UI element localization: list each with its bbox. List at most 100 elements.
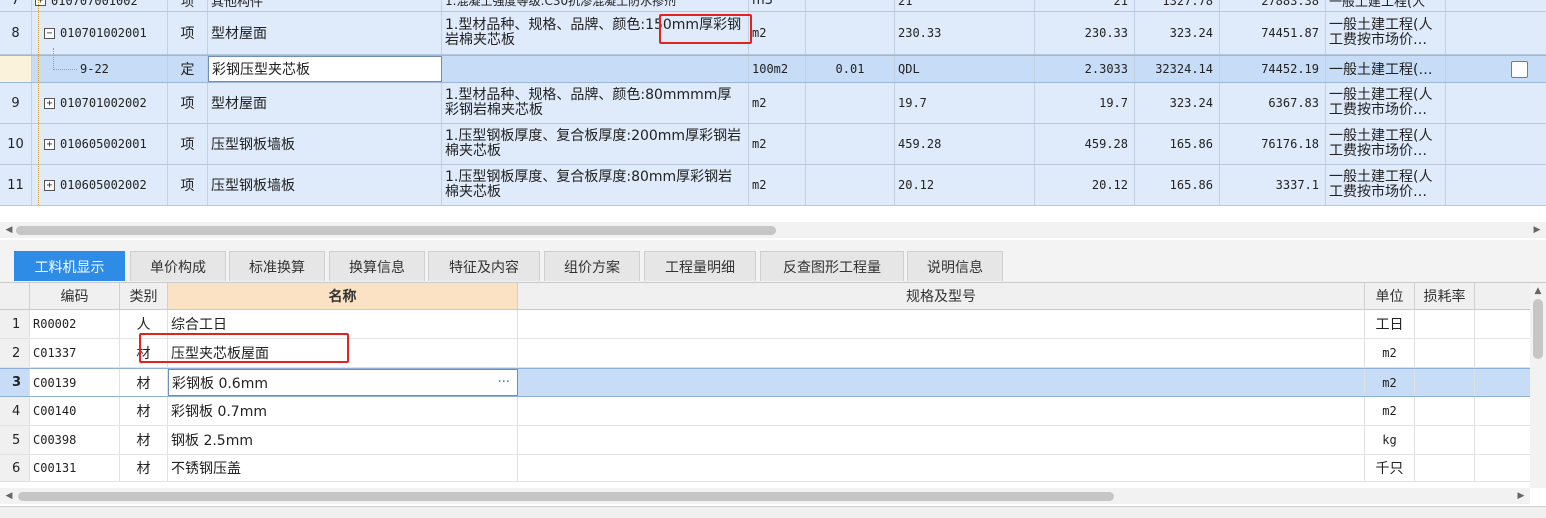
row-specialty[interactable]: 一般土建工程(…	[1326, 56, 1446, 82]
table-row[interactable]: 8 −010701002001 项 型材屋面 1.型材品种、规格、品牌、颜色:1…	[0, 12, 1546, 55]
row-name-editor[interactable]: 彩钢板 0.6mm ···	[168, 369, 518, 396]
row-name[interactable]: 彩钢板 0.7mm	[168, 397, 518, 425]
row-feature[interactable]: 1.混凝土强度等级:C30抗渗混凝土防水掺剂	[442, 0, 749, 11]
row-unit: m3	[749, 0, 806, 11]
row-spec[interactable]	[518, 339, 1365, 367]
row-loss-rate[interactable]	[1415, 310, 1475, 338]
collapse-icon[interactable]: −	[44, 27, 55, 39]
header-spec[interactable]: 规格及型号	[518, 283, 1365, 309]
header-code[interactable]: 编码	[30, 283, 120, 309]
tab-pricing-scheme[interactable]: 组价方案	[544, 251, 640, 281]
row-loss-rate[interactable]	[1415, 397, 1475, 425]
tab-resource-display[interactable]: 工料机显示	[14, 251, 125, 281]
row-spec[interactable]	[518, 369, 1365, 396]
row-specialty[interactable]: 一般土建工程(人工费按市场价…	[1326, 165, 1446, 205]
row-name[interactable]: 型材屋面	[208, 12, 442, 54]
table-row[interactable]: 1 R00002 人 综合工日 工日	[0, 310, 1530, 339]
expand-icon[interactable]: +	[44, 179, 55, 191]
tab-graphic-quantity[interactable]: 反查图形工程量	[760, 251, 904, 281]
table-row[interactable]: 5 C00398 材 钢板 2.5mm kg	[0, 426, 1530, 455]
header-unit[interactable]: 单位	[1365, 283, 1415, 309]
table-row[interactable]: 4 C00140 材 彩钢板 0.7mm m2	[0, 397, 1530, 426]
tab-features-content[interactable]: 特征及内容	[428, 251, 540, 281]
row-spec[interactable]	[518, 310, 1365, 338]
row-feature[interactable]: 1.压型钢板厚度、复合板厚度:200mm厚彩钢岩棉夹芯板	[442, 124, 749, 164]
header-loss-rate[interactable]: 损耗率	[1415, 283, 1475, 309]
row-code[interactable]: +010605002002	[32, 165, 168, 205]
row-name[interactable]: 不锈钢压盖	[168, 455, 518, 481]
tab-conversion-info[interactable]: 换算信息	[329, 251, 425, 281]
table-row[interactable]: 2 C01337 材 压型夹芯板屋面 m2	[0, 339, 1530, 368]
tab-unit-price-composition[interactable]: 单价构成	[130, 251, 226, 281]
tab-quantity-details[interactable]: 工程量明细	[644, 251, 756, 281]
header-type[interactable]: 类别	[120, 283, 168, 309]
row-code[interactable]: C00139	[30, 369, 120, 396]
scroll-up-icon[interactable]: ▲	[1531, 283, 1545, 299]
table-row[interactable]: 6 C00131 材 不锈钢压盖 千只	[0, 455, 1530, 482]
expand-icon[interactable]: +	[35, 0, 46, 6]
row-specialty[interactable]: 一般土建工程(人工费按市场价…	[1326, 83, 1446, 123]
more-options-icon[interactable]: ···	[498, 375, 514, 390]
row-name[interactable]: 压型钢板墙板	[208, 165, 442, 205]
scroll-left-icon[interactable]: ◀	[2, 222, 16, 238]
row-total: 74452.19	[1220, 56, 1326, 82]
row-feature[interactable]: 1.压型钢板厚度、复合板厚度:80mm厚彩钢岩棉夹芯板	[442, 165, 749, 205]
row-qty-expr[interactable]: 230.33	[895, 12, 1035, 54]
scroll-left-icon[interactable]: ◀	[2, 488, 16, 504]
row-code[interactable]: +010605002001	[32, 124, 168, 164]
row-specialty[interactable]: 一般土建工程(人工费按市场价…	[1326, 124, 1446, 164]
header-name[interactable]: 名称	[168, 283, 518, 309]
table-row[interactable]: 7 +010707001002 项 其他构件 1.混凝土强度等级:C30抗渗混凝…	[0, 0, 1546, 12]
lower-horizontal-scrollbar[interactable]: ◀ ▶	[0, 488, 1530, 504]
expand-icon[interactable]: +	[44, 138, 55, 150]
quota-sub-row[interactable]: 9-22 定 彩钢压型夹芯板 100m2 0.01 QDL 2.3033 323…	[0, 55, 1546, 83]
upper-horizontal-scrollbar[interactable]: ◀ ▶	[0, 222, 1546, 238]
row-code[interactable]: C00398	[30, 426, 120, 454]
scroll-thumb[interactable]	[1533, 299, 1543, 359]
row-loss-rate[interactable]	[1415, 426, 1475, 454]
row-loss-rate[interactable]	[1415, 339, 1475, 367]
table-row[interactable]: 11 +010605002002 项 压型钢板墙板 1.压型钢板厚度、复合板厚度…	[0, 165, 1546, 206]
row-feature[interactable]: 1.型材品种、规格、品牌、颜色:150mm厚彩钢岩棉夹芯板	[442, 12, 749, 54]
row-code[interactable]: C01337	[30, 339, 120, 367]
row-name[interactable]: 钢板 2.5mm	[168, 426, 518, 454]
row-name[interactable]: 型材屋面	[208, 83, 442, 123]
row-code[interactable]: C00140	[30, 397, 120, 425]
row-name[interactable]: 综合工日	[168, 310, 518, 338]
row-loss-rate[interactable]	[1415, 369, 1475, 396]
row-name[interactable]: 压型钢板墙板	[208, 124, 442, 164]
table-row[interactable]: 10 +010605002001 项 压型钢板墙板 1.压型钢板厚度、复合板厚度…	[0, 124, 1546, 165]
lower-vertical-scrollbar[interactable]: ▲	[1530, 283, 1546, 488]
row-code[interactable]: R00002	[30, 310, 120, 338]
row-qty-expr[interactable]: 19.7	[895, 83, 1035, 123]
row-checkbox[interactable]	[1511, 60, 1528, 78]
scroll-right-icon[interactable]: ▶	[1514, 488, 1528, 504]
row-qty-expr[interactable]: 21	[895, 0, 1035, 11]
row-feature[interactable]	[442, 56, 749, 82]
row-name[interactable]: 压型夹芯板屋面	[168, 339, 518, 367]
row-feature[interactable]: 1.型材品种、规格、品牌、颜色:80mmmm厚彩钢岩棉夹芯板	[442, 83, 749, 123]
row-code[interactable]: +010707001002	[32, 0, 168, 11]
scroll-right-icon[interactable]: ▶	[1530, 222, 1544, 238]
row-spec[interactable]	[518, 426, 1365, 454]
row-spec[interactable]	[518, 397, 1365, 425]
row-qty-expr[interactable]: 20.12	[895, 165, 1035, 205]
tab-notes[interactable]: 说明信息	[907, 251, 1003, 281]
row-name[interactable]: 其他构件	[208, 0, 442, 11]
row-specialty[interactable]: 一般土建工程(人工费按市场价…	[1326, 12, 1446, 54]
scroll-thumb[interactable]	[16, 226, 776, 235]
tab-standard-conversion[interactable]: 标准换算	[229, 251, 325, 281]
row-code[interactable]: C00131	[30, 455, 120, 481]
row-qty-expr[interactable]: QDL	[895, 56, 1035, 82]
row-spec[interactable]	[518, 455, 1365, 481]
table-row-selected[interactable]: 3 C00139 材 彩钢板 0.6mm ··· m2	[0, 368, 1530, 397]
row-qty-expr[interactable]: 459.28	[895, 124, 1035, 164]
row-name-editor[interactable]: 彩钢压型夹芯板	[208, 56, 442, 82]
row-code[interactable]: +010701002002	[32, 83, 168, 123]
scroll-thumb[interactable]	[18, 492, 1114, 501]
table-row[interactable]: 9 +010701002002 项 型材屋面 1.型材品种、规格、品牌、颜色:8…	[0, 83, 1546, 124]
row-specialty[interactable]: 一般土建工程(人	[1326, 0, 1446, 11]
row-content[interactable]: 0.01	[806, 56, 895, 82]
expand-icon[interactable]: +	[44, 97, 55, 109]
row-loss-rate[interactable]	[1415, 455, 1475, 481]
